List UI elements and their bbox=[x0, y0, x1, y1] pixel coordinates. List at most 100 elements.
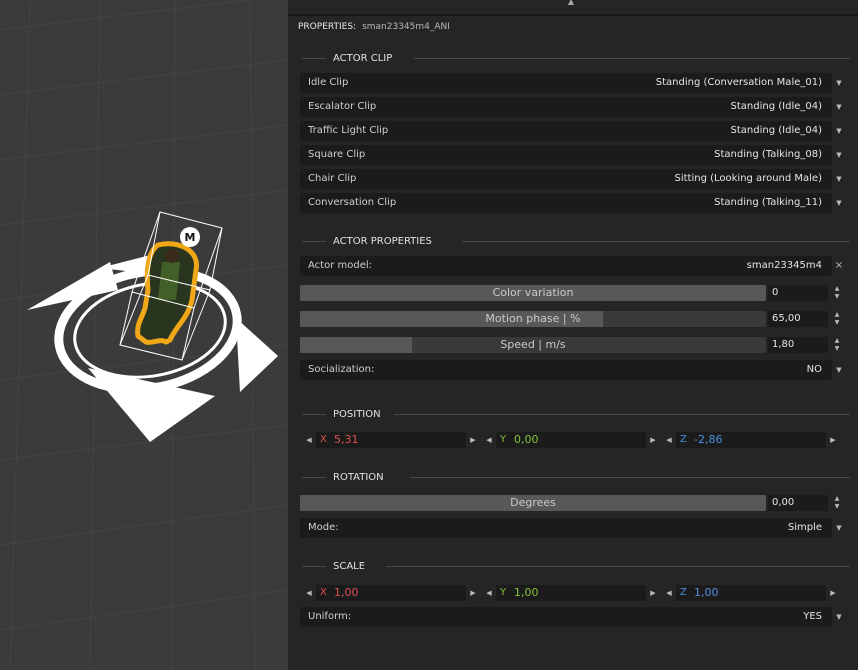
field-label: Idle Clip bbox=[308, 77, 349, 88]
section-position: POSITION bbox=[302, 408, 850, 422]
triangle-left-icon[interactable]: ◀ bbox=[304, 432, 314, 448]
triangle-right-icon[interactable]: ▶ bbox=[828, 585, 838, 601]
field-value: YES bbox=[803, 611, 822, 622]
escalator-clip-select[interactable]: Escalator Clip Standing (Idle_04) bbox=[300, 97, 832, 117]
panel-grip-icon[interactable]: ▲ bbox=[566, 0, 576, 6]
field-label: Uniform: bbox=[308, 611, 352, 622]
slider-label: Motion phase | % bbox=[485, 312, 581, 325]
field-value: Standing (Talking_08) bbox=[714, 149, 822, 160]
spinner-icon[interactable]: ▲ ▼ bbox=[832, 285, 842, 301]
chevron-down-icon[interactable]: ▼ bbox=[834, 193, 844, 213]
field-value: Standing (Idle_04) bbox=[730, 125, 822, 136]
viewport-scene: M bbox=[0, 0, 288, 670]
axis-x-label: X bbox=[320, 587, 327, 598]
object-name: sman23345m4_ANI bbox=[362, 22, 450, 32]
field-value: Simple bbox=[787, 522, 822, 533]
position-x-input[interactable]: X 5,31 bbox=[316, 432, 466, 448]
triangle-right-icon[interactable]: ▶ bbox=[468, 432, 478, 448]
square-clip-select[interactable]: Square Clip Standing (Talking_08) bbox=[300, 145, 832, 165]
scale-x-value: 1,00 bbox=[334, 586, 359, 599]
gizmo-arrow-right[interactable] bbox=[236, 318, 278, 392]
degrees-slider[interactable]: Degrees bbox=[300, 495, 766, 511]
section-title: POSITION bbox=[333, 409, 381, 420]
slider-label: Color variation bbox=[492, 286, 574, 299]
field-label: Chair Clip bbox=[308, 173, 357, 184]
field-label: Conversation Clip bbox=[308, 197, 397, 208]
section-rotation: ROTATION bbox=[302, 471, 850, 485]
triangle-right-icon[interactable]: ▶ bbox=[648, 585, 658, 601]
triangle-left-icon[interactable]: ◀ bbox=[664, 585, 674, 601]
spinner-icon[interactable]: ▲ ▼ bbox=[832, 311, 842, 327]
rotation-mode-select[interactable]: Mode: Simple bbox=[300, 518, 832, 538]
speed-input[interactable]: 1,80 bbox=[768, 337, 828, 353]
triangle-right-icon[interactable]: ▶ bbox=[468, 585, 478, 601]
uniform-scale-select[interactable]: Uniform: YES bbox=[300, 607, 832, 627]
triangle-left-icon[interactable]: ◀ bbox=[484, 432, 494, 448]
position-y-value: 0,00 bbox=[514, 433, 539, 446]
degrees-input[interactable]: 0,00 bbox=[768, 495, 828, 511]
field-value: Sitting (Looking around Male) bbox=[674, 173, 822, 184]
position-y-input[interactable]: Y 0,00 bbox=[496, 432, 646, 448]
idle-clip-select[interactable]: Idle Clip Standing (Conversation Male_01… bbox=[300, 73, 832, 93]
field-label: Mode: bbox=[308, 522, 339, 533]
chevron-down-icon[interactable]: ▼ bbox=[834, 607, 844, 627]
spinner-icon[interactable]: ▲ ▼ bbox=[832, 495, 842, 511]
chevron-down-icon[interactable]: ▼ bbox=[834, 121, 844, 141]
socialization-select[interactable]: Socialization: NO bbox=[300, 360, 832, 380]
field-value: Standing (Talking_11) bbox=[714, 197, 822, 208]
speed-slider[interactable]: Speed | m/s bbox=[300, 337, 766, 353]
chevron-down-icon[interactable]: ▼ bbox=[834, 518, 844, 538]
field-label: Traffic Light Clip bbox=[308, 125, 389, 136]
motion-phase-slider[interactable]: Motion phase | % bbox=[300, 311, 766, 327]
triangle-left-icon[interactable]: ◀ bbox=[304, 585, 314, 601]
triangle-right-icon[interactable]: ▶ bbox=[828, 432, 838, 448]
triangle-right-icon[interactable]: ▶ bbox=[648, 432, 658, 448]
field-label: Socialization: bbox=[308, 364, 375, 375]
field-label: Actor model: bbox=[308, 260, 372, 271]
position-z-input[interactable]: Z -2,86 bbox=[676, 432, 826, 448]
properties-panel: ▲ PROPERTIES: sman23345m4_ANI ACTOR CLIP … bbox=[288, 0, 858, 670]
position-x-value: 5,31 bbox=[334, 433, 359, 446]
properties-header: PROPERTIES: sman23345m4_ANI bbox=[298, 22, 450, 32]
color-variation-input[interactable]: 0 bbox=[768, 285, 828, 301]
conversation-clip-select[interactable]: Conversation Clip Standing (Talking_11) bbox=[300, 193, 832, 213]
triangle-left-icon[interactable]: ◀ bbox=[484, 585, 494, 601]
field-value: Standing (Conversation Male_01) bbox=[655, 77, 822, 88]
chevron-down-icon[interactable]: ▼ bbox=[834, 73, 844, 93]
close-icon[interactable]: × bbox=[834, 256, 844, 276]
3d-viewport[interactable]: M bbox=[0, 0, 288, 670]
traffic-light-clip-select[interactable]: Traffic Light Clip Standing (Idle_04) bbox=[300, 121, 832, 141]
actor-model-field[interactable]: Actor model: sman23345m4 bbox=[300, 256, 832, 276]
section-title: ROTATION bbox=[333, 472, 384, 483]
scale-z-input[interactable]: Z 1,00 bbox=[676, 585, 826, 601]
section-title: ACTOR CLIP bbox=[333, 53, 393, 64]
chevron-down-icon[interactable]: ▼ bbox=[834, 97, 844, 117]
slider-label: Degrees bbox=[510, 496, 556, 509]
chevron-down-icon[interactable]: ▼ bbox=[834, 145, 844, 165]
section-actor-properties: ACTOR PROPERTIES bbox=[302, 235, 850, 249]
scale-y-input[interactable]: Y 1,00 bbox=[496, 585, 646, 601]
scale-z-value: 1,00 bbox=[694, 586, 719, 599]
scale-x-input[interactable]: X 1,00 bbox=[316, 585, 466, 601]
panel-top-divider bbox=[288, 14, 858, 16]
axis-z-label: Z bbox=[680, 434, 687, 445]
chevron-down-icon[interactable]: ▼ bbox=[834, 169, 844, 189]
field-value: Standing (Idle_04) bbox=[730, 101, 822, 112]
color-variation-slider[interactable]: Color variation bbox=[300, 285, 766, 301]
spinner-icon[interactable]: ▲ ▼ bbox=[832, 337, 842, 353]
actor-marker-letter: M bbox=[185, 231, 196, 244]
section-actor-clip: ACTOR CLIP bbox=[302, 52, 850, 66]
position-z-value: -2,86 bbox=[694, 433, 723, 446]
triangle-left-icon[interactable]: ◀ bbox=[664, 432, 674, 448]
section-scale: SCALE bbox=[302, 560, 850, 574]
section-title: ACTOR PROPERTIES bbox=[333, 236, 432, 247]
axis-y-label: Y bbox=[500, 434, 507, 445]
scale-y-value: 1,00 bbox=[514, 586, 539, 599]
field-label: Escalator Clip bbox=[308, 101, 377, 112]
section-title: SCALE bbox=[333, 561, 366, 572]
axis-x-label: X bbox=[320, 434, 327, 445]
motion-phase-input[interactable]: 65,00 bbox=[768, 311, 828, 327]
chevron-down-icon[interactable]: ▼ bbox=[834, 360, 844, 380]
chair-clip-select[interactable]: Chair Clip Sitting (Looking around Male) bbox=[300, 169, 832, 189]
axis-y-label: Y bbox=[500, 587, 507, 598]
